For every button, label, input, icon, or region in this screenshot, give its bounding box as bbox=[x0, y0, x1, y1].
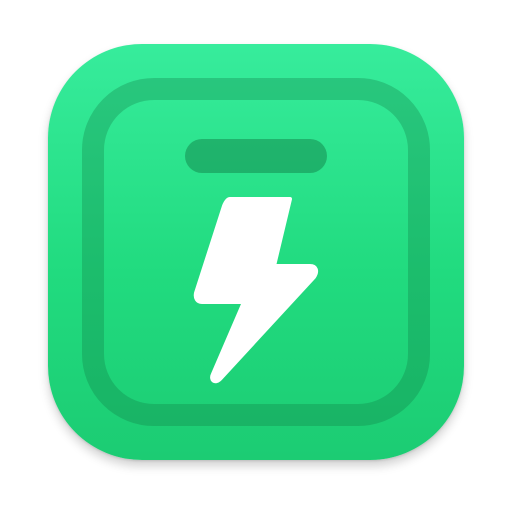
icon-stage bbox=[0, 0, 512, 512]
app-icon[interactable] bbox=[48, 44, 464, 460]
lightning-icon bbox=[193, 197, 319, 384]
top-bar-indicator bbox=[185, 139, 327, 173]
